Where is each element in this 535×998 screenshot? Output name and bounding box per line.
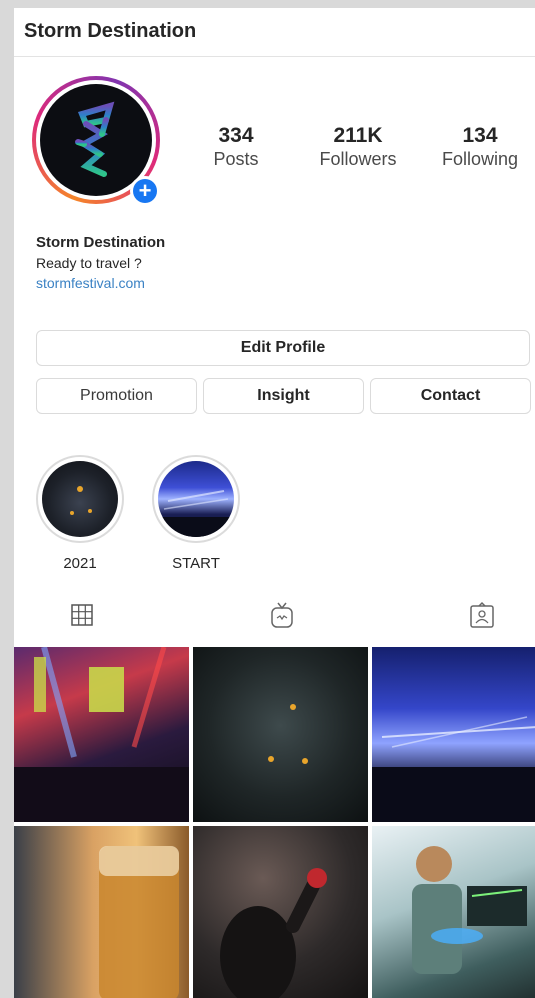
followers-stat[interactable]: 211K Followers: [308, 124, 408, 170]
add-story-button[interactable]: +: [130, 176, 160, 206]
post-grid: [14, 647, 535, 998]
profile-bio: Storm Destination Ready to travel ? stor…: [36, 233, 516, 293]
edit-profile-button[interactable]: Edit Profile: [36, 330, 530, 366]
display-name: Storm Destination: [36, 234, 166, 251]
insight-button[interactable]: Insight: [203, 378, 364, 414]
account-username: Storm Destination: [24, 20, 197, 42]
highlight-cover: [158, 461, 234, 537]
top-bar: Storm Destination: [14, 8, 535, 57]
following-count: 134: [462, 124, 498, 147]
profile-tabs: [14, 600, 535, 644]
highlight-start[interactable]: START: [150, 455, 242, 572]
grid-icon[interactable]: [67, 600, 97, 630]
posts-count: 334: [218, 124, 254, 147]
igtv-icon[interactable]: [267, 600, 297, 630]
highlight-2021[interactable]: 2021: [34, 455, 126, 572]
post-thumbnail[interactable]: [14, 647, 189, 822]
tagged-icon[interactable]: [467, 600, 497, 630]
posts-label: Posts: [213, 149, 259, 169]
highlight-label: START: [172, 555, 220, 572]
profile-screen: Storm Destination + 334 Posts 211K Follo…: [14, 8, 535, 998]
following-label: Following: [441, 149, 519, 169]
followers-count: 211K: [333, 124, 383, 147]
bio-text: Ready to travel ?: [36, 255, 142, 271]
post-thumbnail[interactable]: [193, 826, 368, 998]
post-thumbnail[interactable]: [193, 647, 368, 822]
highlight-cover: [42, 461, 118, 537]
following-stat[interactable]: 134 Following: [430, 124, 530, 170]
posts-stat[interactable]: 334 Posts: [186, 124, 286, 170]
post-thumbnail[interactable]: [372, 647, 535, 822]
post-thumbnail[interactable]: [372, 826, 535, 998]
contact-button[interactable]: Contact: [370, 378, 531, 414]
website-link[interactable]: stormfestival.com: [36, 273, 516, 293]
highlight-label: 2021: [63, 555, 97, 572]
plus-icon: +: [133, 179, 157, 203]
followers-label: Followers: [319, 149, 397, 169]
promotion-button[interactable]: Promotion: [36, 378, 197, 414]
post-thumbnail[interactable]: [14, 826, 189, 998]
